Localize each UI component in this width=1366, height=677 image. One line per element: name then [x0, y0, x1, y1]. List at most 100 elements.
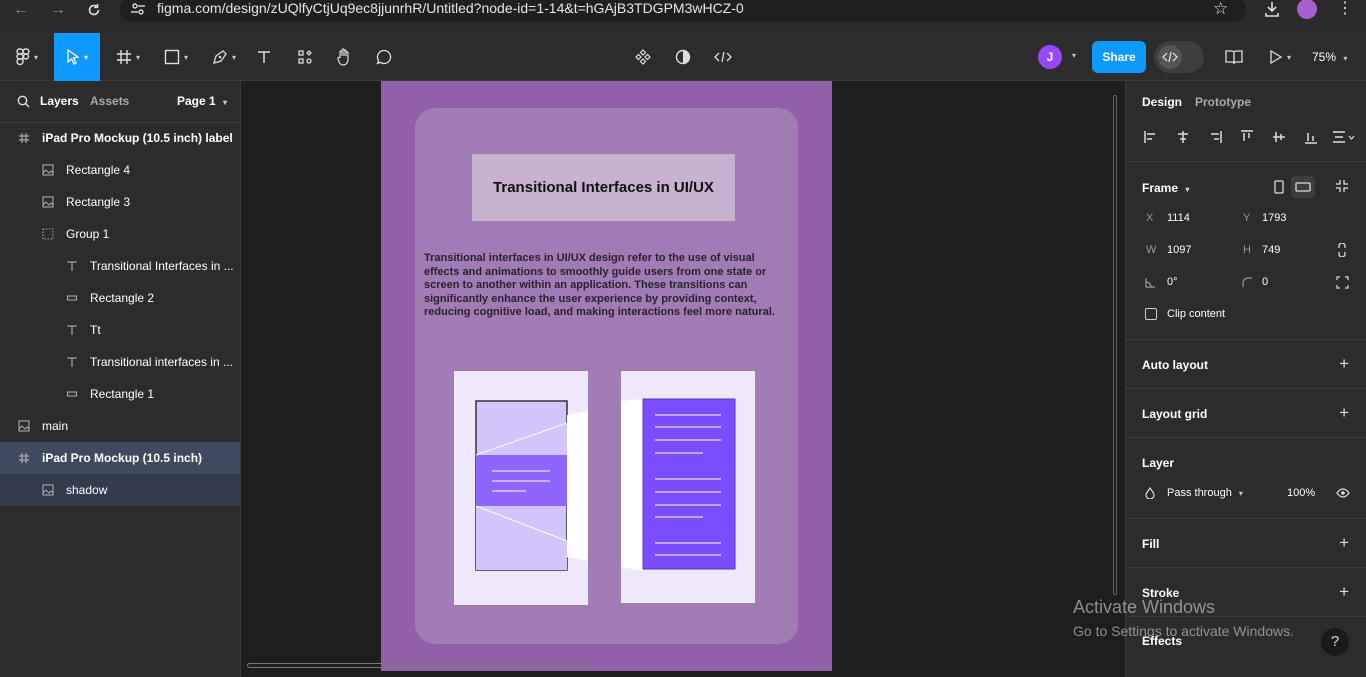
- contrast-icon: [675, 49, 691, 65]
- align-left-icon[interactable]: [1143, 129, 1159, 145]
- text-tool[interactable]: [250, 33, 278, 81]
- present-button[interactable]: ▾: [1262, 33, 1298, 81]
- dev-mode-toggle[interactable]: [1154, 41, 1204, 73]
- move-tool[interactable]: ▾: [54, 33, 100, 81]
- group-icon: [41, 227, 55, 241]
- align-vertical-center-icon[interactable]: [1271, 129, 1287, 145]
- blend-mode-select[interactable]: Pass through ▾: [1167, 487, 1243, 499]
- layer-row[interactable]: iPad Pro Mockup (10.5 inch) label: [0, 122, 240, 154]
- layer-row[interactable]: main: [0, 410, 240, 442]
- chevron-down-icon[interactable]: ▾: [1072, 51, 1076, 60]
- title-box[interactable]: Transitional Interfaces in UI/UX: [472, 154, 735, 221]
- forward-icon[interactable]: →: [46, 0, 70, 20]
- layer-row[interactable]: iPad Pro Mockup (10.5 inch): [0, 442, 240, 474]
- play-icon: [1270, 49, 1283, 65]
- tab-prototype[interactable]: Prototype: [1195, 95, 1251, 109]
- align-right-icon[interactable]: [1207, 129, 1223, 145]
- y-input[interactable]: 1793: [1262, 212, 1286, 224]
- vertical-scrollbar[interactable]: [1113, 95, 1117, 595]
- layer-row[interactable]: Rectangle 4: [0, 154, 240, 186]
- zoom-level[interactable]: 75% ▾: [1312, 33, 1347, 81]
- ipad-mockup-frame[interactable]: Transitional Interfaces in UI/UX Transit…: [381, 81, 832, 671]
- landscape-button[interactable]: [1291, 176, 1315, 198]
- layer-row[interactable]: Rectangle 2: [0, 282, 240, 314]
- page-selector[interactable]: Page 1 ▾: [177, 94, 227, 108]
- browser-menu-icon[interactable]: ⋮: [1337, 0, 1353, 18]
- align-top-icon[interactable]: [1239, 129, 1255, 145]
- canvas-paragraph[interactable]: Transitional interfaces in UI/UX design …: [424, 252, 789, 320]
- address-bar[interactable]: figma.com/design/zUQlfyCtjUq9ec8jjunrhR/…: [120, 0, 1246, 22]
- horizontal-scrollbar[interactable]: [247, 663, 591, 668]
- content-card[interactable]: Transitional Interfaces in UI/UX Transit…: [415, 108, 798, 644]
- frame-icon: [17, 451, 31, 465]
- layer-label: Transitional Interfaces in ...: [90, 259, 234, 273]
- resize-to-fit-icon[interactable]: [1335, 179, 1349, 193]
- layers-panel: Layers Assets Page 1 ▾ iPad Pro Mockup (…: [0, 81, 241, 677]
- code-button[interactable]: [710, 33, 736, 81]
- user-avatar[interactable]: J: [1038, 45, 1062, 69]
- add-fill-icon[interactable]: +: [1339, 534, 1349, 551]
- layer-label: iPad Pro Mockup (10.5 inch): [42, 451, 203, 465]
- hand-tool[interactable]: [330, 33, 358, 81]
- library-button[interactable]: [1220, 33, 1248, 81]
- help-button[interactable]: ?: [1321, 628, 1349, 656]
- layer-row[interactable]: shadow: [0, 474, 240, 506]
- text-icon: [65, 323, 79, 337]
- bookmark-star-icon[interactable]: ☆: [1213, 0, 1228, 18]
- comment-tool[interactable]: [370, 33, 398, 81]
- transition-screen-illustration: [621, 398, 736, 571]
- tab-assets[interactable]: Assets: [90, 94, 129, 108]
- align-bottom-icon[interactable]: [1303, 129, 1319, 145]
- canvas-title[interactable]: Transitional Interfaces in UI/UX: [493, 179, 714, 196]
- layer-row[interactable]: Rectangle 1: [0, 378, 240, 410]
- components-button[interactable]: [630, 33, 656, 81]
- rectangle-icon: [65, 291, 79, 305]
- chevron-down-icon: ▾: [1286, 52, 1291, 62]
- layer-label: iPad Pro Mockup (10.5 inch) label: [42, 131, 233, 145]
- chevron-down-icon: ▾: [1185, 185, 1190, 194]
- opacity-input[interactable]: 100%: [1287, 487, 1315, 499]
- frame-section-title[interactable]: Frame ▾: [1142, 181, 1189, 195]
- layer-row[interactable]: Tt: [0, 314, 240, 346]
- x-input[interactable]: 1114: [1167, 212, 1190, 224]
- independent-corners-icon[interactable]: [1336, 276, 1349, 289]
- tab-design[interactable]: Design: [1142, 95, 1182, 109]
- clip-content-checkbox[interactable]: [1145, 308, 1157, 320]
- download-icon[interactable]: [1263, 0, 1281, 18]
- shape-tool[interactable]: ▾: [156, 33, 196, 81]
- main-menu-button[interactable]: ▾: [8, 33, 46, 81]
- add-auto-layout-icon[interactable]: +: [1339, 355, 1349, 372]
- code-icon: [1162, 51, 1178, 63]
- width-input[interactable]: 1097: [1167, 244, 1191, 256]
- resources-tool[interactable]: [290, 33, 320, 81]
- layer-row[interactable]: Rectangle 3: [0, 186, 240, 218]
- distribute-icon[interactable]: [1331, 129, 1355, 145]
- align-horizontal-center-icon[interactable]: [1175, 129, 1191, 145]
- constrain-proportions-icon[interactable]: [1337, 243, 1347, 257]
- corner-radius-input[interactable]: 0: [1262, 276, 1268, 288]
- eye-icon[interactable]: [1336, 488, 1350, 498]
- reload-icon[interactable]: [82, 0, 106, 20]
- search-icon[interactable]: [17, 95, 30, 108]
- layer-label: Rectangle 1: [90, 387, 155, 401]
- share-button[interactable]: Share: [1092, 41, 1146, 73]
- canvas[interactable]: Transitional Interfaces in UI/UX Transit…: [241, 81, 1125, 677]
- layer-row[interactable]: Group 1: [0, 218, 240, 250]
- portrait-icon[interactable]: [1273, 180, 1285, 194]
- tab-layers[interactable]: Layers: [40, 94, 79, 108]
- activate-windows-title: Activate Windows: [1073, 597, 1216, 617]
- add-layout-grid-icon[interactable]: +: [1339, 404, 1349, 421]
- theme-button[interactable]: [670, 33, 696, 81]
- add-stroke-icon[interactable]: +: [1339, 583, 1349, 600]
- illustration-left[interactable]: [454, 371, 588, 605]
- layer-row[interactable]: Transitional Interfaces in ...: [0, 250, 240, 282]
- layer-row[interactable]: Transitional interfaces in ...: [0, 346, 240, 378]
- frame-tool[interactable]: ▾: [108, 33, 148, 81]
- site-settings-icon[interactable]: [130, 2, 146, 16]
- browser-profile-avatar[interactable]: [1297, 0, 1317, 19]
- pen-tool[interactable]: ▾: [204, 33, 244, 81]
- back-icon[interactable]: ←: [9, 0, 33, 20]
- rotation-input[interactable]: 0°: [1167, 276, 1178, 288]
- height-input[interactable]: 749: [1262, 244, 1280, 256]
- illustration-right[interactable]: [621, 371, 755, 603]
